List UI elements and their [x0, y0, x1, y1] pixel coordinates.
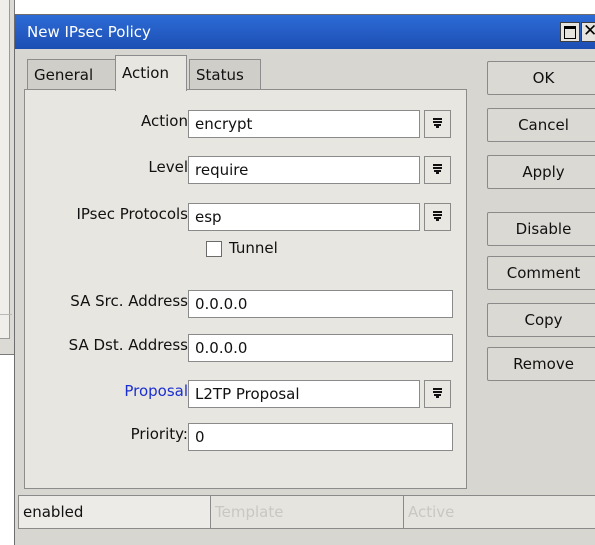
priority-label: Priority:	[130, 425, 188, 443]
tunnel-checkbox[interactable]	[206, 241, 222, 257]
status-template: Template	[211, 495, 404, 529]
proposal-dropdown-button[interactable]	[424, 380, 451, 408]
background-window-edge	[0, 314, 12, 337]
tab-general-label: General	[34, 66, 94, 84]
proposal-label[interactable]: Proposal	[124, 382, 188, 400]
cancel-button[interactable]: Cancel	[487, 108, 595, 142]
dropdown-arrow-icon	[433, 164, 442, 176]
copy-button[interactable]: Copy	[487, 303, 595, 337]
dropdown-arrow-icon	[433, 211, 442, 223]
sa-dst-address-label: SA Dst. Address	[68, 336, 188, 354]
background-window-panel	[0, 0, 10, 339]
close-icon: ✕	[583, 21, 595, 41]
tab-action-label: Action	[122, 64, 169, 82]
action-dropdown-button[interactable]	[424, 110, 451, 138]
level-dropdown-button[interactable]	[424, 156, 451, 184]
disable-button[interactable]: Disable	[487, 212, 595, 246]
apply-button[interactable]: Apply	[487, 155, 595, 189]
sa-src-address-label: SA Src. Address	[70, 292, 188, 310]
maximize-icon	[564, 26, 576, 39]
tab-action[interactable]: Action	[115, 55, 187, 91]
action-label: Action	[141, 112, 188, 130]
level-select[interactable]	[188, 156, 420, 184]
close-button[interactable]: ✕	[581, 21, 595, 42]
status-active: Active	[404, 495, 595, 529]
ipsec-protocols-select[interactable]	[188, 203, 420, 231]
status-enabled: enabled	[18, 495, 211, 529]
ipsec-policy-dialog: New IPsec Policy ✕ General Action Status…	[14, 14, 595, 545]
title-bar[interactable]: New IPsec Policy ✕	[15, 15, 595, 49]
dropdown-arrow-icon	[433, 388, 442, 400]
action-select[interactable]	[188, 110, 420, 138]
tab-status-label: Status	[196, 66, 244, 84]
tunnel-label[interactable]: Tunnel	[229, 239, 278, 257]
proposal-select[interactable]	[188, 380, 420, 408]
priority-input[interactable]	[188, 423, 453, 451]
remove-button[interactable]: Remove	[487, 347, 595, 381]
maximize-button[interactable]	[560, 22, 580, 42]
ipsec-protocols-label: IPsec Protocols	[76, 205, 188, 223]
ok-button[interactable]: OK	[487, 61, 595, 95]
ipsec-protocols-dropdown-button[interactable]	[424, 203, 451, 231]
comment-button[interactable]: Comment	[487, 256, 595, 290]
dropdown-arrow-icon	[433, 118, 442, 130]
tab-status[interactable]: Status	[189, 59, 261, 89]
tab-general[interactable]: General	[27, 59, 119, 89]
background-window	[0, 0, 15, 355]
sa-src-address-input[interactable]	[188, 290, 453, 318]
status-bar: enabled Template Active	[15, 495, 595, 535]
window-title: New IPsec Policy	[27, 23, 151, 41]
sa-dst-address-input[interactable]	[188, 334, 453, 362]
level-label: Level	[148, 158, 188, 176]
